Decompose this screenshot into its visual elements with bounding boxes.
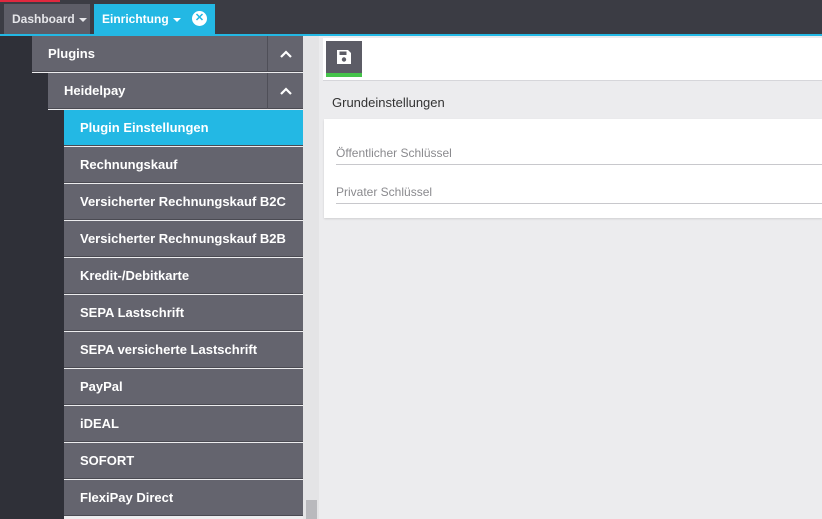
- sidebar-item-versicherter-rechnungskauf-b2b[interactable]: Versicherter Rechnungskauf B2B: [64, 221, 303, 257]
- sidebar-item-sepa-versicherte-lastschrift[interactable]: SEPA versicherte Lastschrift: [64, 332, 303, 368]
- private-key-field[interactable]: Privater Schlüssel: [336, 180, 822, 204]
- tab-einrichtung-label: Einrichtung: [102, 12, 169, 26]
- sidebar-subgroup-label: Heidelpay: [64, 83, 126, 98]
- sidebar-scrollbar[interactable]: [303, 36, 319, 519]
- sidebar-item-paypal[interactable]: PayPal: [64, 369, 303, 405]
- sidebar-item-label: PayPal: [80, 379, 123, 394]
- caret-down-icon: [78, 18, 87, 22]
- sidebar-item-plugin-einstellungen[interactable]: Plugin Einstellungen: [64, 110, 303, 146]
- sidebar-item-ideal[interactable]: iDEAL: [64, 406, 303, 442]
- indent-rail-2: [48, 110, 64, 519]
- main-toolbar: [323, 38, 822, 81]
- sidebar-item-label: SOFORT: [80, 453, 135, 468]
- sidebar-item-label: Rechnungskauf: [80, 157, 178, 172]
- close-icon[interactable]: ✕: [192, 11, 207, 26]
- sidebar-item-sepa-lastschrift[interactable]: SEPA Lastschrift: [64, 295, 303, 331]
- sidebar-item-rechnungskauf[interactable]: Rechnungskauf: [64, 147, 303, 183]
- tab-einrichtung[interactable]: Einrichtung ✕: [94, 4, 215, 34]
- sidebar-item-label: Versicherter Rechnungskauf B2C: [80, 194, 286, 209]
- chevron-up-icon[interactable]: [267, 73, 303, 109]
- tab-dashboard-label: Dashboard: [12, 12, 75, 26]
- sidebar-scrollbar-thumb[interactable]: [306, 500, 317, 519]
- sidebar-item-kredit-debitkarte[interactable]: Kredit-/Debitkarte: [64, 258, 303, 294]
- floppy-disk-icon: [337, 50, 351, 64]
- sidebar-item-label: SEPA Lastschrift: [80, 305, 185, 320]
- sidebar-subgroup-heidelpay[interactable]: Heidelpay: [48, 73, 303, 109]
- section-title: Grundeinstellungen: [332, 95, 445, 110]
- indent-rail-1: [32, 73, 48, 519]
- public-key-field[interactable]: Öffentlicher Schlüssel: [336, 141, 822, 165]
- sidebar-item-label: Plugin Einstellungen: [80, 120, 209, 135]
- sidebar-item-sofort[interactable]: SOFORT: [64, 443, 303, 479]
- sidebar-group-plugins[interactable]: Plugins: [32, 36, 303, 72]
- tab-dashboard[interactable]: Dashboard: [4, 4, 90, 34]
- left-rail: [0, 36, 32, 519]
- sidebar-item-versicherter-rechnungskauf-b2c[interactable]: Versicherter Rechnungskauf B2C: [64, 184, 303, 220]
- private-key-placeholder: Privater Schlüssel: [336, 185, 433, 199]
- sidebar-item-label: FlexiPay Direct: [80, 490, 174, 505]
- sidebar-item-flexipay-direct[interactable]: FlexiPay Direct: [64, 480, 303, 516]
- chevron-up-icon[interactable]: [267, 36, 303, 72]
- public-key-placeholder: Öffentlicher Schlüssel: [336, 146, 452, 160]
- sidebar-item-label: Kredit-/Debitkarte: [80, 268, 190, 283]
- save-button[interactable]: [326, 41, 362, 77]
- top-navigation-bar: Dashboard Einrichtung ✕: [0, 0, 822, 36]
- caret-down-icon: [172, 18, 181, 22]
- sidebar-item-label: SEPA versicherte Lastschrift: [80, 342, 258, 357]
- sidebar-item-label: Versicherter Rechnungskauf B2B: [80, 231, 286, 246]
- sidebar-group-label: Plugins: [48, 46, 95, 61]
- brand-accent-mark: [0, 0, 60, 2]
- sidebar-item-label: iDEAL: [80, 416, 119, 431]
